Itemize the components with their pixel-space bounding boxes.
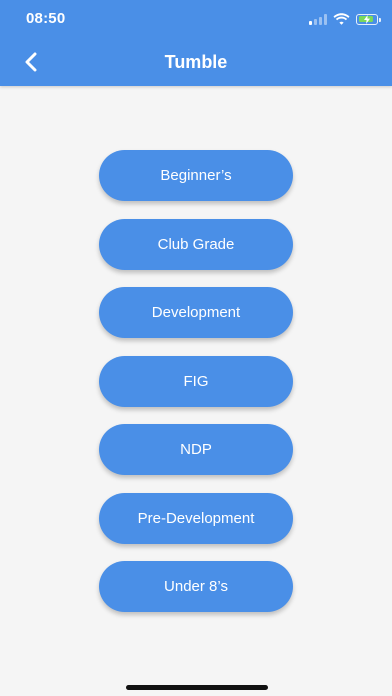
status-icons (309, 11, 381, 27)
app-header: 08:50 Tumble (0, 0, 392, 86)
beginners-button[interactable]: Beginner’s (99, 150, 293, 201)
pre-development-button[interactable]: Pre-Development (99, 492, 293, 544)
home-indicator[interactable] (126, 685, 268, 690)
club-grade-button[interactable]: Club Grade (99, 218, 293, 270)
status-time: 08:50 (26, 10, 66, 27)
ndp-button[interactable]: NDP (99, 424, 293, 475)
battery-charging-icon (356, 13, 381, 25)
fig-button[interactable]: FIG (99, 355, 293, 407)
signal-icon (309, 13, 327, 25)
page-title: Tumble (164, 52, 228, 72)
wifi-icon (333, 13, 350, 25)
under-8s-button[interactable]: Under 8’s (99, 561, 293, 612)
development-button[interactable]: Development (99, 287, 293, 338)
